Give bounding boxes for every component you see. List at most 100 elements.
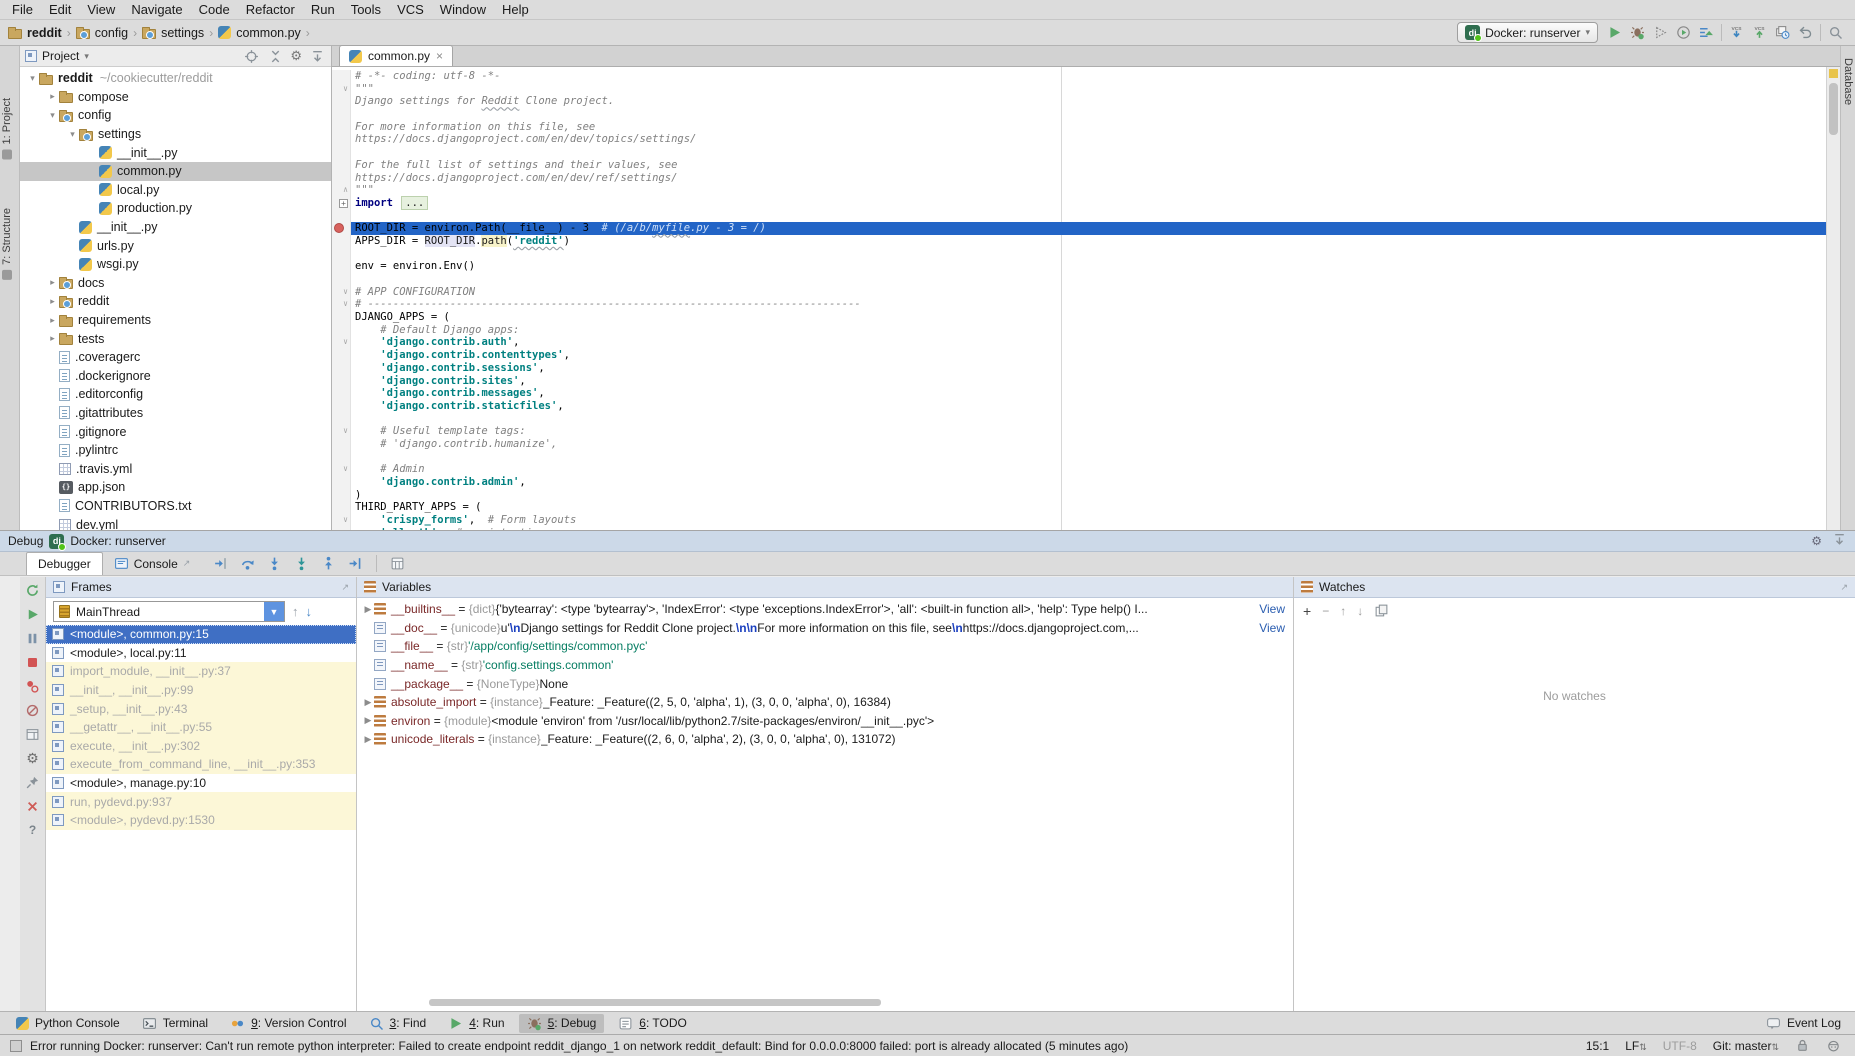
run-button[interactable]: [1603, 22, 1626, 44]
menu-help[interactable]: Help: [494, 1, 537, 18]
editor-gutter[interactable]: ∨: [332, 463, 351, 476]
variable-row[interactable]: ▶__builtins__ = {dict}{'bytearray': <typ…: [357, 600, 1293, 619]
chevron-down-icon[interactable]: ▾: [84, 51, 89, 62]
git-branch-selector[interactable]: Git: master⇅: [1713, 1039, 1779, 1053]
local-changes-button[interactable]: [1771, 22, 1794, 44]
expand-arrow-icon[interactable]: ▶: [362, 697, 374, 708]
tool-tab-todo[interactable]: 6: TODO: [610, 1014, 695, 1033]
tree-item-__init__-py[interactable]: __init__.py: [20, 143, 331, 162]
pin-button[interactable]: [21, 774, 44, 790]
editor-gutter[interactable]: [332, 273, 351, 286]
close-button[interactable]: [21, 798, 44, 814]
step-over-button[interactable]: [238, 552, 257, 574]
menu-file[interactable]: File: [4, 1, 41, 18]
undo-button[interactable]: [1794, 22, 1817, 44]
menu-tools[interactable]: Tools: [343, 1, 389, 18]
tree-item-tests[interactable]: ▸tests: [20, 329, 331, 348]
tool-tab-find[interactable]: 3: Find: [361, 1014, 435, 1033]
editor-gutter[interactable]: [332, 172, 351, 185]
fold-expand-icon[interactable]: +: [339, 199, 348, 208]
code-area[interactable]: # -*- coding: utf-8 -*-∨"""Django settin…: [332, 67, 1826, 530]
breakpoint-icon[interactable]: [334, 223, 344, 233]
gear-icon[interactable]: ⚙︎: [290, 48, 302, 64]
stripe-tab-database[interactable]: Database: [1842, 58, 1854, 105]
editor-gutter[interactable]: [332, 95, 351, 108]
force-step-into-button[interactable]: [292, 552, 311, 574]
editor-gutter[interactable]: [332, 362, 351, 375]
arrow-up-icon[interactable]: ↑: [1340, 604, 1346, 618]
editor-gutter[interactable]: [332, 311, 351, 324]
step-into-button[interactable]: [265, 552, 284, 574]
tree-item--travis-yml[interactable]: .travis.yml: [20, 459, 331, 478]
editor-gutter[interactable]: ∨: [332, 298, 351, 311]
editor-gutter[interactable]: [332, 133, 351, 146]
menu-edit[interactable]: Edit: [41, 1, 79, 18]
lock-icon[interactable]: [1795, 1038, 1810, 1053]
tool-tab-terminal[interactable]: Terminal: [134, 1014, 216, 1033]
search-everywhere-button[interactable]: [1824, 22, 1847, 44]
editor-gutter[interactable]: [332, 476, 351, 489]
view-link[interactable]: View: [1259, 621, 1293, 635]
tool-tab-debug[interactable]: 5: Debug: [519, 1014, 605, 1033]
float-arrow-icon[interactable]: ↗: [341, 582, 349, 593]
horizontal-scrollbar[interactable]: [429, 999, 881, 1006]
pause-button[interactable]: [21, 630, 44, 646]
editor-gutter[interactable]: [332, 222, 351, 235]
frame-row[interactable]: import_module, __init__.py:37: [46, 662, 356, 681]
collapse-all-button[interactable]: [266, 46, 284, 67]
editor-gutter[interactable]: [332, 108, 351, 121]
editor-gutter[interactable]: [332, 438, 351, 451]
editor-gutter[interactable]: [332, 235, 351, 248]
tree-arrow-icon[interactable]: ▾: [66, 129, 79, 140]
variable-row[interactable]: ▶unicode_literals = {instance} _Feature:…: [357, 730, 1293, 749]
menu-run[interactable]: Run: [303, 1, 343, 18]
debug-button[interactable]: [1626, 22, 1649, 44]
editor-scrollbar[interactable]: [1826, 67, 1840, 530]
stripe-tab-project[interactable]: 1: Project: [1, 98, 13, 159]
breadcrumb-settings[interactable]: settings: [142, 26, 204, 40]
frame-row[interactable]: __getattr__, __init__.py:55: [46, 718, 356, 737]
help-icon[interactable]: ?: [21, 822, 44, 838]
editor-gutter[interactable]: ∨: [332, 514, 351, 527]
caret-position[interactable]: 15:1: [1586, 1039, 1609, 1053]
rerun-button[interactable]: [21, 582, 44, 598]
menu-code[interactable]: Code: [191, 1, 238, 18]
tab-debugger[interactable]: Debugger: [26, 552, 103, 575]
hide-panel-icon[interactable]: [1832, 532, 1847, 550]
vcs-commit-button[interactable]: VCS: [1748, 22, 1771, 44]
tree-item--gitattributes[interactable]: .gitattributes: [20, 404, 331, 423]
editor-gutter[interactable]: ∧: [332, 184, 351, 197]
menu-vcs[interactable]: VCS: [389, 1, 432, 18]
tree-item-docs[interactable]: ▸docs: [20, 274, 331, 293]
frame-row[interactable]: <module>, common.py:15: [46, 625, 356, 644]
tree-item-compose[interactable]: ▸compose: [20, 88, 331, 107]
tree-item-reddit[interactable]: ▸reddit: [20, 292, 331, 311]
run-to-cursor-button[interactable]: [346, 552, 365, 574]
tree-item-urls-py[interactable]: urls.py: [20, 236, 331, 255]
stripe-tab-structure[interactable]: 7: Structure: [1, 208, 13, 280]
editor-gutter[interactable]: ∨: [332, 336, 351, 349]
editor-gutter[interactable]: [332, 70, 351, 83]
menu-refactor[interactable]: Refactor: [238, 1, 303, 18]
editor-gutter[interactable]: [332, 349, 351, 362]
view-link[interactable]: View: [1259, 602, 1293, 616]
expand-arrow-icon[interactable]: ▶: [362, 604, 374, 615]
menu-navigate[interactable]: Navigate: [123, 1, 190, 18]
chevron-down-icon[interactable]: ▼: [264, 602, 284, 621]
tree-item-config[interactable]: ▾config: [20, 106, 331, 125]
next-frame-button[interactable]: ↓: [306, 604, 313, 619]
show-execution-point-button[interactable]: [211, 552, 230, 574]
plus-icon[interactable]: +: [1303, 603, 1311, 619]
step-out-button[interactable]: [319, 552, 338, 574]
encoding-selector[interactable]: UTF-8: [1663, 1039, 1697, 1053]
gear-icon[interactable]: ⚙︎: [21, 750, 44, 766]
tree-item-requirements[interactable]: ▸requirements: [20, 311, 331, 330]
editor-gutter[interactable]: [332, 387, 351, 400]
editor-gutter[interactable]: [332, 413, 351, 426]
editor-gutter[interactable]: [332, 451, 351, 464]
editor-gutter[interactable]: [332, 400, 351, 413]
tree-item-__init__-py[interactable]: __init__.py: [20, 218, 331, 237]
coverage-button[interactable]: [1649, 22, 1672, 44]
editor-gutter[interactable]: [332, 324, 351, 337]
tool-tab-version-control[interactable]: 9: Version Control: [222, 1014, 354, 1033]
